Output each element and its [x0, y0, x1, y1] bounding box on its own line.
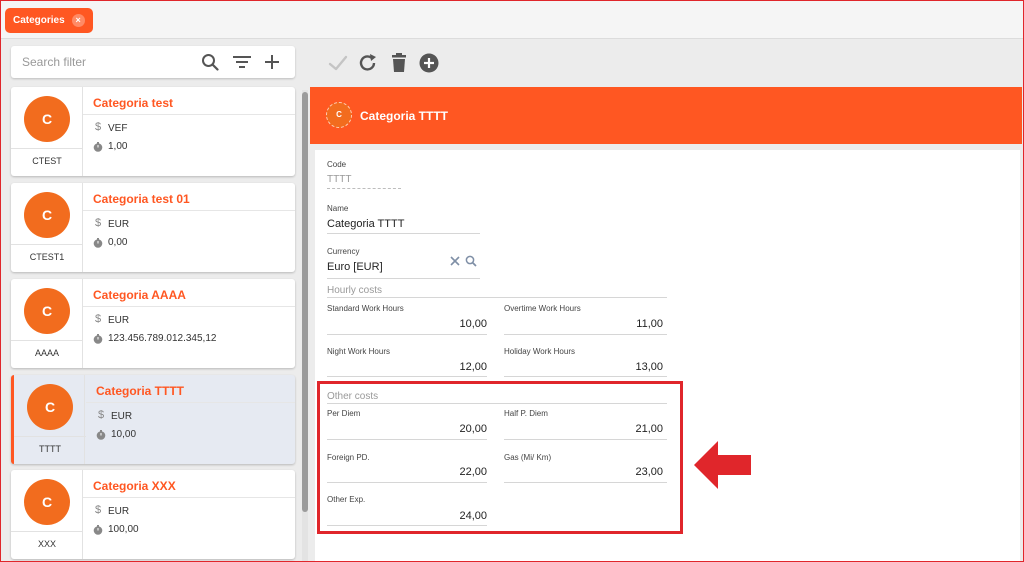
- currency-field[interactable]: Euro [EUR]: [327, 261, 383, 273]
- avatar: C: [24, 96, 70, 142]
- category-currency: EUR: [111, 411, 133, 422]
- clear-icon[interactable]: [450, 256, 460, 266]
- category-name: Categoria AAAA: [93, 288, 186, 302]
- tab-bar: Categories ×: [1, 1, 1023, 39]
- list-scrollbar-thumb[interactable]: [302, 92, 308, 512]
- currency-label: Currency: [327, 247, 360, 256]
- card-avatar-column: C TTTT: [14, 375, 86, 464]
- stopwatch-icon: [93, 142, 103, 152]
- category-code: TTTT: [39, 444, 61, 454]
- divider: [327, 376, 487, 377]
- divider: [11, 340, 83, 341]
- divider: [14, 436, 86, 437]
- category-cost: 10,00: [111, 429, 137, 440]
- tab-categories[interactable]: Categories ×: [5, 8, 93, 33]
- filter-icon[interactable]: [232, 54, 252, 70]
- dollar-icon: $: [97, 409, 105, 421]
- divider: [83, 497, 295, 498]
- divider: [327, 334, 487, 335]
- overtime-hours-label: Overtime Work Hours: [504, 304, 581, 313]
- divider: [327, 233, 480, 234]
- detail-header: C Categoria TTTT: [310, 87, 1022, 144]
- category-card-selected[interactable]: C TTTT Categoria TTTT $ EUR 10,00: [11, 375, 295, 464]
- stopwatch-icon: [96, 430, 106, 440]
- card-avatar-column: C AAAA: [11, 279, 83, 368]
- avatar: C: [27, 384, 73, 430]
- category-name: Categoria test: [93, 96, 174, 110]
- category-card[interactable]: C CTEST Categoria test $ VEF 1,00: [11, 87, 295, 176]
- dollar-icon: $: [94, 504, 102, 516]
- avatar: C: [24, 192, 70, 238]
- card-avatar-column: C CTEST: [11, 87, 83, 176]
- code-label: Code: [327, 160, 347, 169]
- dollar-icon: $: [94, 313, 102, 325]
- search-icon[interactable]: [465, 255, 477, 267]
- divider: [83, 114, 295, 115]
- category-code: CTEST: [32, 156, 62, 166]
- search-icon[interactable]: [201, 53, 219, 71]
- divider: [327, 188, 401, 189]
- category-code: XXX: [37, 539, 56, 549]
- category-cost: 1,00: [108, 141, 128, 152]
- name-field[interactable]: Categoria TTTT: [327, 218, 404, 230]
- divider: [504, 334, 667, 335]
- divider: [83, 210, 295, 211]
- add-icon[interactable]: [263, 53, 281, 71]
- category-currency: EUR: [108, 219, 130, 230]
- detail-avatar[interactable]: C: [326, 102, 352, 128]
- category-cost: 100,00: [108, 524, 139, 535]
- tab-label: Categories: [13, 15, 65, 26]
- divider: [11, 244, 83, 245]
- add-circle-icon[interactable]: [418, 52, 440, 74]
- divider: [327, 297, 667, 298]
- category-card[interactable]: C AAAA Categoria AAAA $ EUR 123.456.789.…: [11, 279, 295, 368]
- card-avatar-column: C CTEST1: [11, 183, 83, 272]
- stopwatch-icon: [93, 334, 103, 344]
- hourly-costs-title: Hourly costs: [327, 285, 383, 296]
- dollar-icon: $: [94, 121, 102, 133]
- category-currency: EUR: [108, 506, 130, 517]
- category-cost: 0,00: [108, 237, 128, 248]
- name-label: Name: [327, 204, 349, 213]
- category-card[interactable]: C XXX Categoria XXX $ EUR 100,00: [11, 470, 295, 559]
- divider: [83, 306, 295, 307]
- code-field: TTTT: [327, 174, 352, 185]
- holiday-hours-label: Holiday Work Hours: [504, 347, 575, 356]
- category-currency: VEF: [108, 123, 128, 134]
- divider: [504, 376, 667, 377]
- avatar: C: [24, 479, 70, 525]
- annotation-arrow-icon: [694, 441, 751, 489]
- search-input[interactable]: Search filter: [22, 55, 86, 69]
- night-hours-field[interactable]: 12,00: [327, 361, 487, 373]
- check-icon[interactable]: [327, 52, 349, 74]
- overtime-hours-field[interactable]: 11,00: [504, 318, 663, 330]
- category-name: Categoria XXX: [93, 479, 176, 493]
- divider: [11, 531, 83, 532]
- refresh-icon[interactable]: [357, 52, 379, 74]
- detail-title: Categoria TTTT: [360, 109, 449, 123]
- category-currency: EUR: [108, 315, 130, 326]
- holiday-hours-field[interactable]: 13,00: [504, 361, 663, 373]
- stopwatch-icon: [93, 238, 103, 248]
- category-card[interactable]: C CTEST1 Categoria test 01 $ EUR 0,00: [11, 183, 295, 272]
- tab-close-icon[interactable]: ×: [71, 14, 85, 27]
- night-hours-label: Night Work Hours: [327, 347, 390, 356]
- category-name: Categoria TTTT: [96, 384, 185, 398]
- trash-icon[interactable]: [388, 52, 410, 74]
- standard-hours-field[interactable]: 10,00: [327, 318, 487, 330]
- category-code: AAAA: [34, 348, 59, 358]
- card-avatar-column: C XXX: [11, 470, 83, 559]
- stopwatch-icon: [93, 525, 103, 535]
- divider: [327, 278, 480, 279]
- annotation-highlight-box: [317, 381, 683, 534]
- category-code: CTEST1: [29, 252, 65, 262]
- category-cost: 123.456.789.012.345,12: [108, 333, 217, 344]
- category-name: Categoria test 01: [93, 192, 190, 206]
- standard-hours-label: Standard Work Hours: [327, 304, 404, 313]
- divider: [11, 148, 83, 149]
- dollar-icon: $: [94, 217, 102, 229]
- avatar: C: [24, 288, 70, 334]
- divider: [86, 402, 295, 403]
- search-bar: Search filter: [11, 46, 295, 78]
